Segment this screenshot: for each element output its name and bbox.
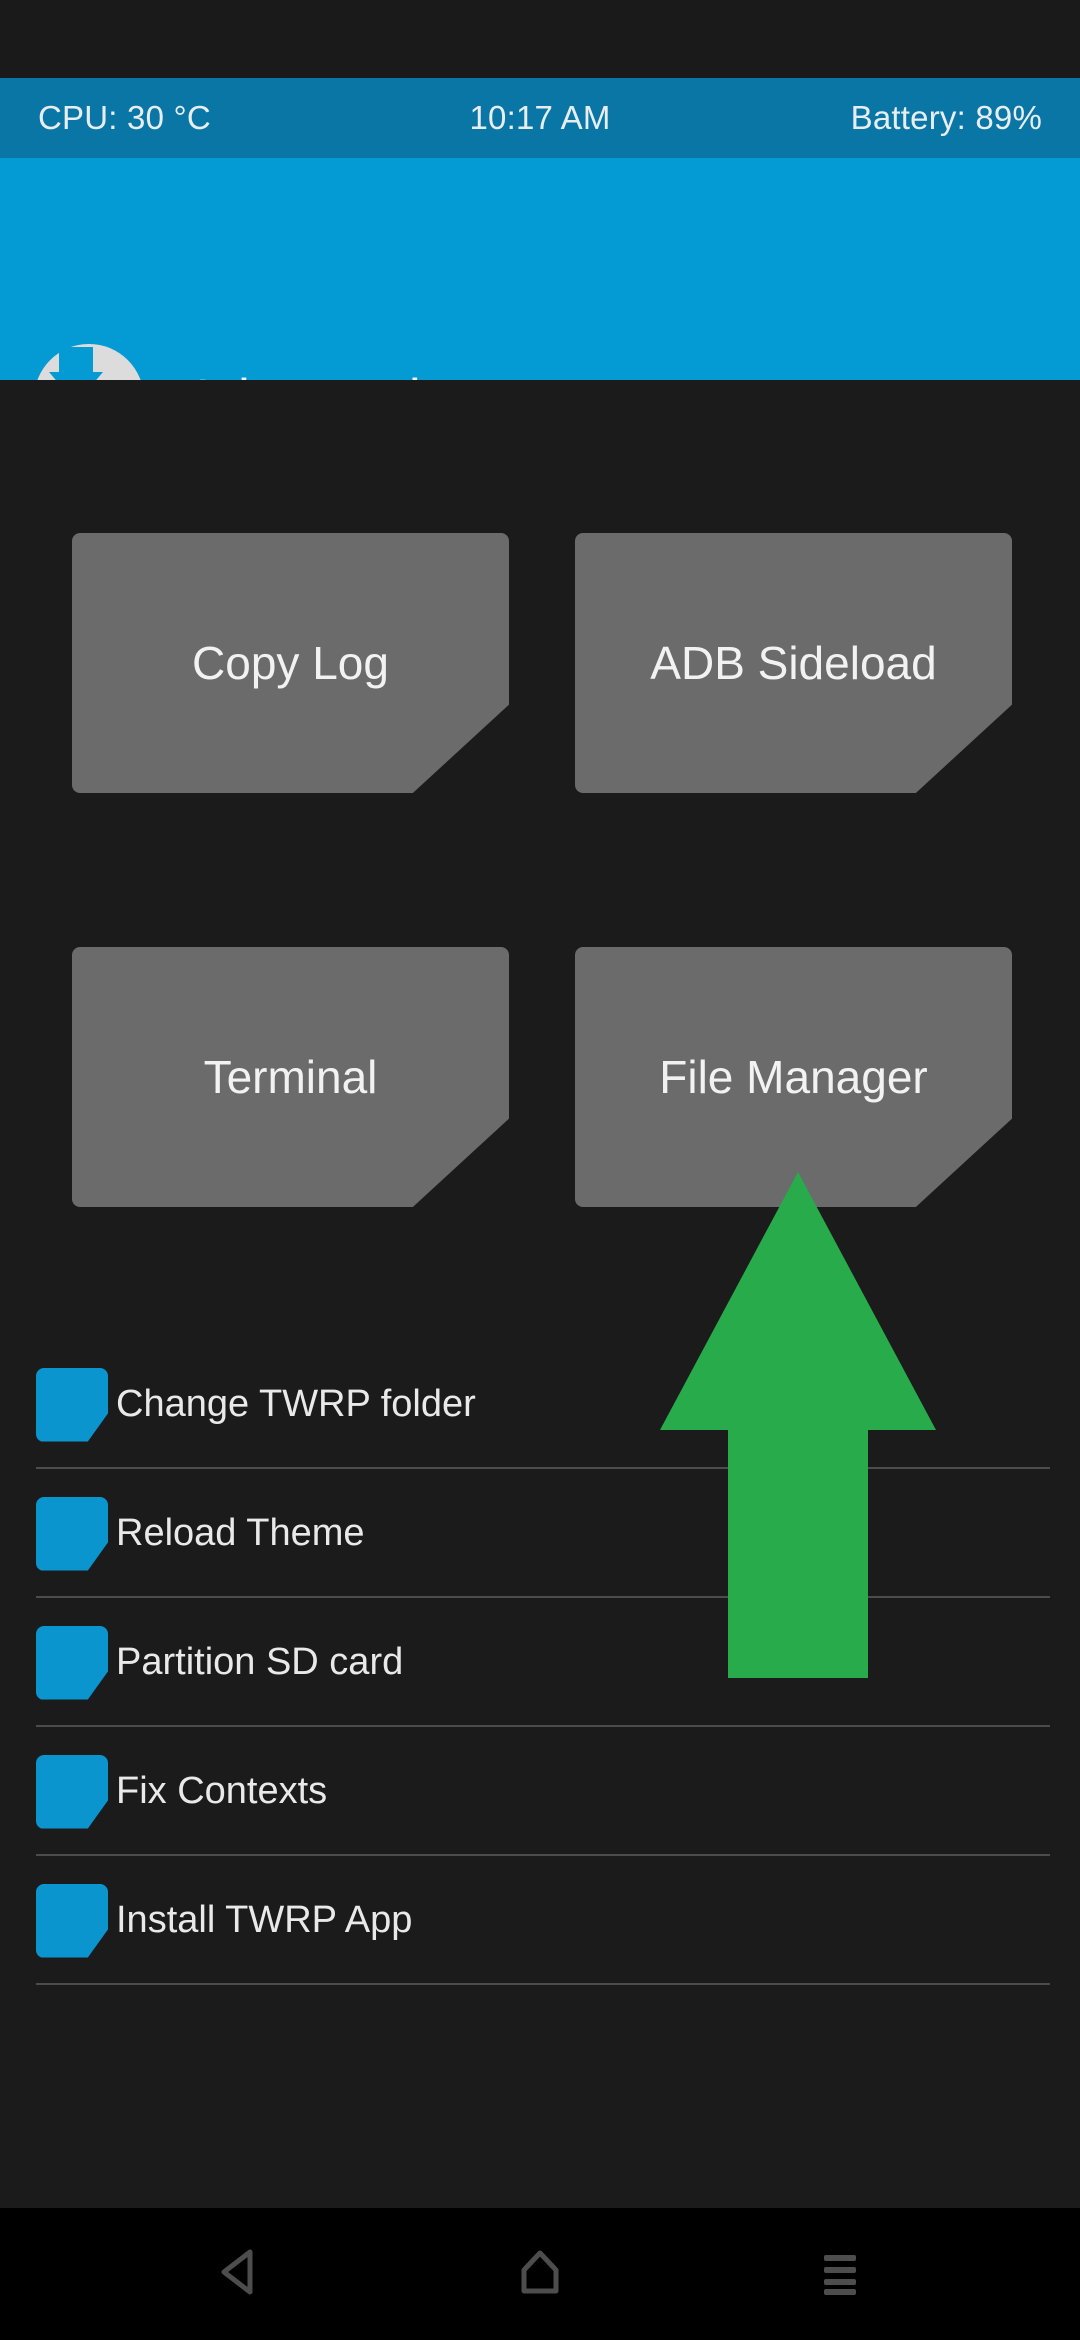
list-item-label: Reload Theme (116, 1512, 365, 1554)
advanced-options-list: Change TWRP folder Reload Theme Partitio… (0, 1340, 1080, 1985)
nav-home-button[interactable] (450, 2208, 630, 2340)
top-inset-strip (0, 0, 1080, 78)
list-bullet-icon (36, 1625, 108, 1700)
home-icon (512, 2244, 568, 2305)
back-triangle-icon (212, 2244, 268, 2305)
list-item[interactable]: Install TWRP App (0, 1856, 1080, 1985)
nav-back-button[interactable] (150, 2208, 330, 2340)
list-bullet-icon (36, 1754, 108, 1829)
list-item[interactable]: Reload Theme (0, 1469, 1080, 1598)
list-bullet-icon (36, 1496, 108, 1571)
battery-text: Battery: 89% (850, 99, 1042, 136)
list-item-label: Partition SD card (116, 1641, 404, 1683)
menu-lines-icon (812, 2244, 868, 2305)
app-header: Advanced (0, 158, 1080, 454)
list-bullet-icon (36, 1883, 108, 1958)
list-item-label: Install TWRP App (116, 1899, 413, 1941)
status-bar: CPU: 30 °C 10:17 AM Battery: 89% (0, 78, 1080, 158)
copy-log-button[interactable]: Copy Log (72, 533, 509, 793)
list-divider (36, 1983, 1050, 1985)
list-item[interactable]: Fix Contexts (0, 1727, 1080, 1856)
list-bullet-icon (36, 1367, 108, 1442)
system-navigation-bar (0, 2208, 1080, 2340)
terminal-button[interactable]: Terminal (72, 947, 509, 1207)
nav-recents-button[interactable] (750, 2208, 930, 2340)
file-manager-button[interactable]: File Manager (575, 947, 1012, 1207)
list-item[interactable]: Partition SD card (0, 1598, 1080, 1727)
adb-sideload-button[interactable]: ADB Sideload (575, 533, 1012, 793)
list-item[interactable]: Change TWRP folder (0, 1340, 1080, 1469)
list-item-label: Change TWRP folder (116, 1383, 476, 1425)
twrp-advanced-screen: CPU: 30 °C 10:17 AM Battery: 89% Advance (0, 0, 1080, 2340)
list-item-label: Fix Contexts (116, 1770, 328, 1812)
